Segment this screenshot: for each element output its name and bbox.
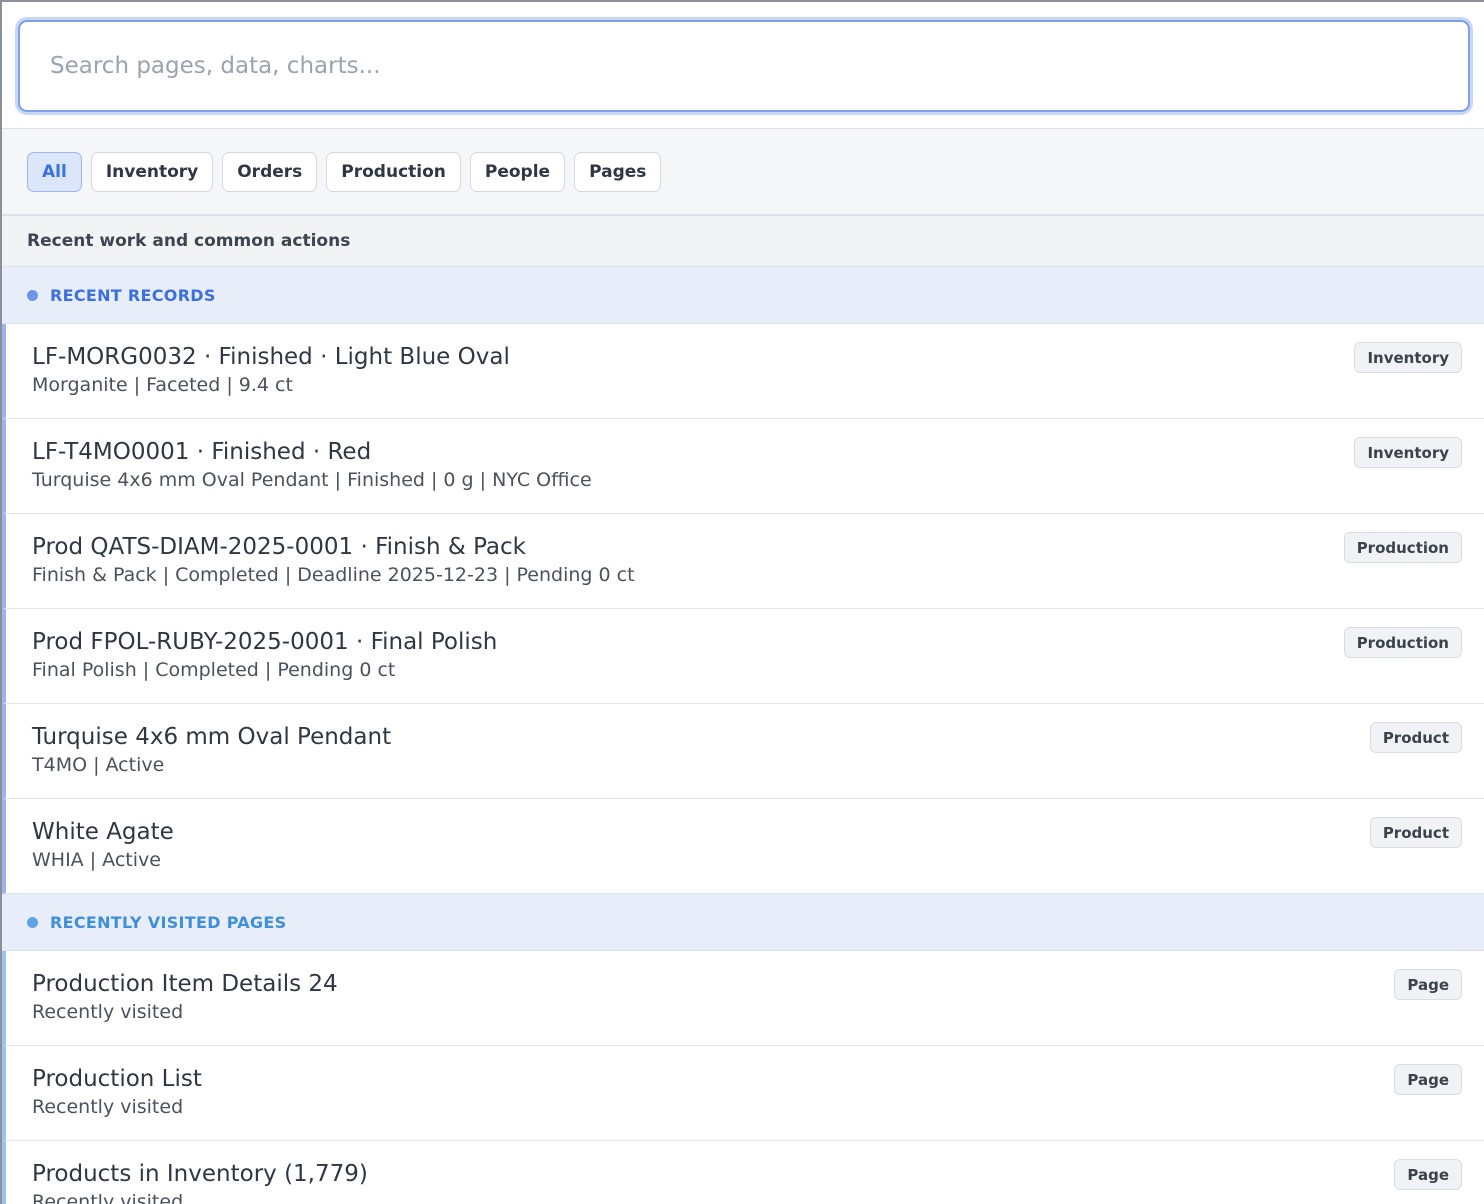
result-title: Prod QATS-DIAM-2025-0001 · Finish & Pack [32,534,526,560]
filter-inventory[interactable]: Inventory [90,152,214,192]
filter-people[interactable]: People [469,152,566,192]
result-subtitle: Morganite | Faceted | 9.4 ct [32,374,293,396]
result-subtitle: Finish & Pack | Completed | Deadline 202… [32,564,635,586]
result-subtitle: WHIA | Active [32,849,161,871]
result-row[interactable]: Products in Inventory (1,779) Recently v… [2,1141,1484,1204]
section-header-recent-records: RECENT RECORDS [2,267,1484,324]
section-title: RECENTLY VISITED PAGES [50,912,287,932]
filter-all[interactable]: All [27,152,82,192]
result-title: White Agate [32,819,174,845]
result-subtitle: T4MO | Active [32,754,165,776]
type-badge: Production [1343,532,1462,563]
search-bar [2,2,1484,129]
type-badge: Page [1394,969,1462,1000]
bullet-dot-icon [27,916,38,928]
result-title: Production List [32,1066,202,1092]
result-title: Turquise 4x6 mm Oval Pendant [32,724,392,750]
result-row[interactable]: LF-T4MO0001 · Finished · Red Turquise 4x… [2,419,1484,514]
result-title: Products in Inventory (1,779) [32,1161,368,1187]
result-title: Prod FPOL-RUBY-2025-0001 · Final Polish [32,629,498,655]
section-header-recently-visited-pages: RECENTLY VISITED PAGES [2,894,1484,951]
result-title: LF-MORG0032 · Finished · Light Blue Oval [32,344,510,370]
result-row[interactable]: Prod QATS-DIAM-2025-0001 · Finish & Pack… [2,514,1484,609]
type-badge: Inventory [1354,437,1462,468]
filter-pages[interactable]: Pages [574,152,662,192]
result-row[interactable]: Production Item Details 24 Recently visi… [2,951,1484,1046]
type-badge: Page [1394,1159,1462,1190]
type-badge: Product [1369,817,1462,848]
filter-production[interactable]: Production [326,152,461,192]
result-row[interactable]: Prod FPOL-RUBY-2025-0001 · Final Polish … [2,609,1484,704]
result-subtitle: Final Polish | Completed | Pending 0 ct [32,659,396,681]
result-row[interactable]: Turquise 4x6 mm Oval Pendant T4MO | Acti… [2,704,1484,799]
type-badge: Product [1369,722,1462,753]
result-row[interactable]: LF-MORG0032 · Finished · Light Blue Oval… [2,324,1484,419]
result-row[interactable]: White Agate WHIA | Active Product [2,799,1484,894]
section-title: RECENT RECORDS [50,285,216,305]
result-subtitle: Turquise 4x6 mm Oval Pendant | Finished … [32,469,592,491]
bullet-dot-icon [27,289,38,301]
result-title: Production Item Details 24 [32,971,338,997]
type-badge: Production [1343,627,1462,658]
search-input[interactable] [18,20,1470,112]
type-badge: Inventory [1354,342,1462,373]
command-palette: All Inventory Orders Production People P… [0,0,1484,1204]
result-subtitle: Recently visited [32,1096,184,1118]
type-badge: Page [1394,1064,1462,1095]
result-subtitle: Recently visited [32,1001,184,1023]
filter-chips: All Inventory Orders Production People P… [2,129,1484,216]
result-subtitle: Recently visited [32,1191,184,1204]
filter-orders[interactable]: Orders [222,152,318,192]
result-row[interactable]: Production List Recently visited Page [2,1046,1484,1141]
results-hint: Recent work and common actions [2,216,1484,267]
result-title: LF-T4MO0001 · Finished · Red [32,439,372,465]
